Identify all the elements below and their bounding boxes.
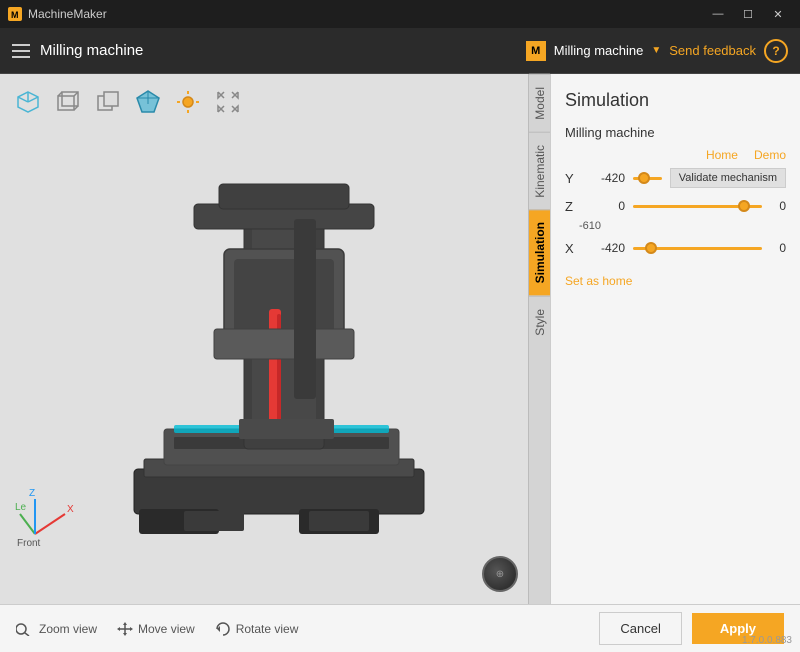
light-view-button[interactable] (172, 86, 204, 118)
hamburger-menu[interactable] (12, 44, 30, 58)
y-axis-value: -420 (583, 171, 625, 185)
machine-name-label: Milling machine (40, 42, 143, 59)
app-title: MachineMaker (28, 7, 107, 21)
camera-ball: ⊕ (482, 556, 518, 592)
z-axis-value: 0 (583, 199, 625, 213)
tab-kinematic[interactable]: Kinematic (529, 132, 550, 210)
right-panel: Simulation Milling machine Home Demo Y -… (550, 74, 800, 604)
z-end-value: 0 (770, 199, 786, 213)
svg-text:X: X (67, 504, 74, 515)
y-axis-slider[interactable] (633, 177, 662, 180)
main-toolbar: Milling machine M Milling machine ▼ Send… (0, 28, 800, 74)
machine-svg (94, 129, 454, 559)
titlebar-controls: — ☐ ✕ (704, 0, 792, 28)
rotate-label: Rotate view (236, 622, 299, 636)
3d-viewport: X Le Z Front ⊕ (0, 74, 528, 604)
x-axis-row: X -420 0 (565, 240, 786, 256)
z-axis-label: Z (565, 199, 579, 214)
tab-simulation[interactable]: Simulation (529, 209, 550, 295)
x-axis-value: -420 (583, 241, 625, 255)
svg-text:Front: Front (17, 538, 41, 549)
x-axis-slider[interactable] (633, 247, 762, 250)
minimize-button[interactable]: — (704, 0, 732, 28)
toolbar-left: Milling machine (12, 42, 143, 59)
home-link[interactable]: Home (706, 148, 738, 162)
move-view-item: Move view (117, 622, 195, 636)
x-axis-label: X (565, 241, 579, 256)
side-view-button[interactable] (92, 86, 124, 118)
zoom-label: Zoom view (39, 622, 97, 636)
main-content: X Le Z Front ⊕ Model Kinematic Simulatio… (0, 74, 800, 604)
help-button[interactable]: ? (764, 39, 788, 63)
panel-title: Simulation (565, 90, 786, 111)
move-label: Move view (138, 622, 195, 636)
svg-text:Le: Le (15, 502, 27, 513)
home-demo-row: Home Demo (565, 148, 786, 162)
z-axis-row: Z 0 0 (565, 198, 786, 214)
send-feedback-button[interactable]: Send feedback (669, 43, 756, 58)
y-axis-row: Y -420 Validate mechanism (565, 168, 786, 188)
front-view-button[interactable] (52, 86, 84, 118)
zoom-view-item: Zoom view (16, 622, 97, 636)
view-toolbar (12, 86, 244, 118)
move-icon (117, 622, 133, 636)
z-range-label: -610 (579, 220, 786, 232)
validate-mechanism-button[interactable]: Validate mechanism (670, 168, 786, 188)
expand-view-button[interactable] (212, 86, 244, 118)
z-slider-container (633, 198, 762, 214)
rotate-icon (215, 622, 231, 636)
titlebar: M MachineMaker — ☐ ✕ (0, 0, 800, 28)
section-label: Milling machine (565, 125, 786, 140)
dropdown-arrow-icon[interactable]: ▼ (651, 45, 661, 56)
toolbar-machine-label: Milling machine (554, 43, 644, 58)
cancel-button[interactable]: Cancel (599, 612, 681, 645)
rotate-view-item: Rotate view (215, 622, 299, 636)
close-button[interactable]: ✕ (764, 0, 792, 28)
iso-view-button[interactable] (12, 86, 44, 118)
bottom-left: Zoom view Move view Rotate view (16, 622, 298, 636)
demo-link[interactable]: Demo (754, 148, 786, 162)
axes-indicator: X Le Z Front (15, 484, 85, 554)
machine-icon: M (526, 41, 546, 61)
zoom-icon (16, 622, 34, 636)
x-end-value: 0 (770, 241, 786, 255)
y-slider-container (633, 170, 662, 186)
x-slider-container (633, 240, 762, 256)
machine-3d-view (20, 124, 528, 564)
svg-text:Z: Z (29, 488, 35, 499)
svg-text:M: M (11, 10, 19, 20)
app-icon: M (8, 7, 22, 21)
set-as-home-link[interactable]: Set as home (565, 274, 632, 288)
version-info: 1.7.0.0.883 (742, 635, 792, 646)
titlebar-left: M MachineMaker (8, 7, 107, 21)
z-axis-slider[interactable] (633, 205, 762, 208)
tab-model[interactable]: Model (529, 74, 550, 132)
tab-style[interactable]: Style (529, 296, 550, 348)
toolbar-center: M Milling machine ▼ Send feedback ? (526, 39, 788, 63)
maximize-button[interactable]: ☐ (734, 0, 762, 28)
bottom-bar: Zoom view Move view Rotate view Cancel A… (0, 604, 800, 652)
y-axis-label: Y (565, 171, 579, 186)
3d-view-button[interactable] (132, 86, 164, 118)
side-tabs: Model Kinematic Simulation Style (528, 74, 550, 604)
